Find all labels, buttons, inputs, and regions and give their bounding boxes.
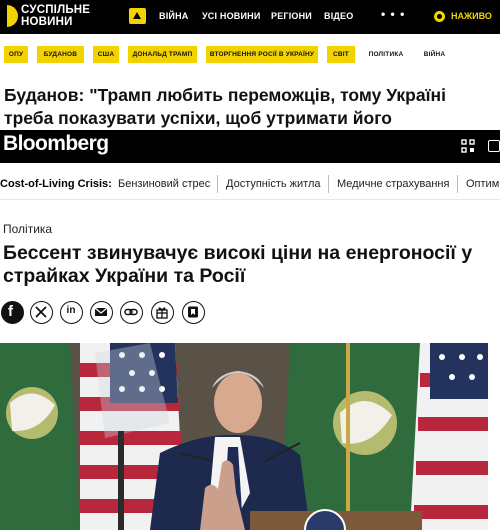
nav-item-all-news[interactable]: УСІ НОВИНИ: [202, 11, 261, 21]
nav-item-video[interactable]: ВІДЕО: [324, 11, 353, 21]
tag-list: ОПУ БУДАНОВ США ДОНАЛЬД ТРАМП ВТОРГНЕННЯ…: [0, 46, 500, 64]
topic-divider: [457, 175, 458, 193]
bloomberg-header: Bloomberg: [0, 130, 500, 163]
tag-invasion[interactable]: ВТОРГНЕННЯ РОСІЇ В УКРАЇНУ: [206, 46, 318, 63]
live-label: НАЖИВО: [451, 11, 492, 21]
email-icon[interactable]: [90, 301, 113, 324]
topic-health-insurance[interactable]: Медичне страхування: [337, 178, 449, 190]
topic-housing[interactable]: Доступність житла: [226, 178, 321, 190]
topic-label[interactable]: Cost-of-Living Crisis:: [0, 178, 112, 190]
topic-bar: Cost-of-Living Crisis: Бензиновий стрес …: [0, 172, 500, 200]
logo-line-2: НОВИНИ: [21, 16, 73, 28]
topic-optimism[interactable]: Оптим: [466, 178, 499, 190]
linkedin-icon[interactable]: in: [60, 301, 83, 324]
bloomberg-logo[interactable]: Bloomberg: [3, 132, 109, 156]
topic-gas-stress[interactable]: Бензиновий стрес: [118, 178, 210, 190]
suspilne-logo[interactable]: СУСПІЛЬНЕ НОВИНИ: [21, 4, 90, 28]
topic-divider: [328, 175, 329, 193]
account-icon[interactable]: [488, 140, 500, 152]
nav-item-war[interactable]: ВІЙНА: [159, 11, 188, 21]
more-menu-icon[interactable]: • • •: [381, 7, 405, 21]
tag-politics[interactable]: ПОЛІТИКА: [364, 46, 408, 63]
tag-budanov[interactable]: БУДАНОВ: [37, 46, 84, 63]
article-photo: [0, 343, 488, 530]
section-label[interactable]: Політика: [3, 222, 52, 236]
gift-icon[interactable]: [151, 301, 174, 324]
apps-grid-icon[interactable]: [461, 139, 475, 153]
suspilne-logo-icon[interactable]: [3, 5, 19, 27]
tag-world[interactable]: СВІТ: [327, 46, 355, 63]
suspilne-header: СУСПІЛЬНЕ НОВИНИ ВІЙНА УСІ НОВИНИ РЕГІОН…: [0, 0, 500, 34]
tag-opu[interactable]: ОПУ: [4, 46, 28, 63]
scroll-up-icon[interactable]: [129, 8, 146, 24]
bookmark-icon[interactable]: [182, 301, 205, 324]
link-icon[interactable]: [120, 301, 143, 324]
facebook-icon[interactable]: f: [1, 301, 24, 324]
topic-divider: [217, 175, 218, 193]
live-dot-icon: [434, 11, 445, 22]
logo-line-1: СУСПІЛЬНЕ: [21, 4, 91, 16]
nav-item-regions[interactable]: РЕГІОНИ: [271, 11, 312, 21]
tag-donald-trump[interactable]: ДОНАЛЬД ТРАМП: [128, 46, 197, 63]
bloomberg-headline: Бессент звинувачує високі ціни на енерго…: [3, 242, 473, 287]
x-icon[interactable]: [30, 301, 53, 324]
tag-usa[interactable]: США: [93, 46, 119, 63]
tag-war[interactable]: ВІЙНА: [417, 46, 452, 63]
